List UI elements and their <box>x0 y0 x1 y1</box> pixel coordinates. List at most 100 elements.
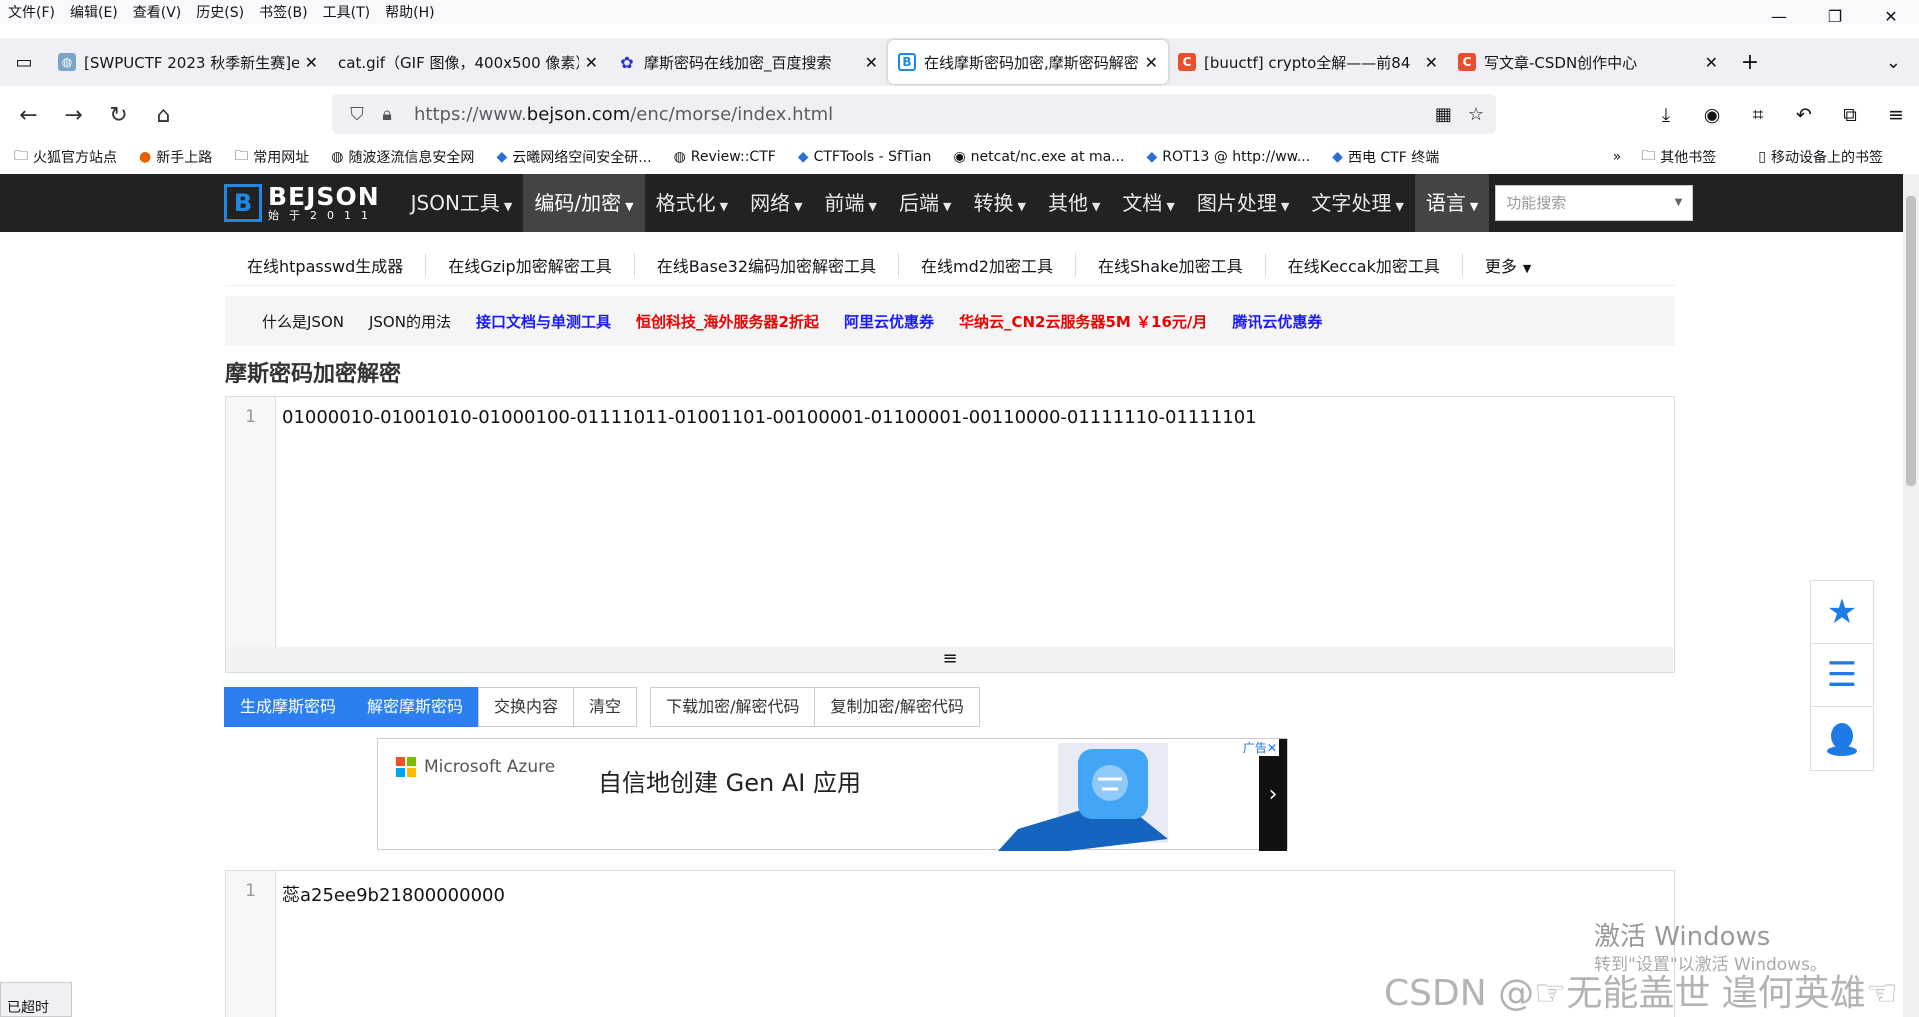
ad-title[interactable]: 自信地创建 Gen AI 应用 <box>598 763 861 798</box>
tool-link[interactable]: 更多 ▼ <box>1463 253 1553 277</box>
bookmark-item[interactable]: ◆ ROT13 @ http://ww... <box>1147 145 1311 169</box>
tool-link[interactable]: 在线htpasswd生成器 <box>225 252 427 277</box>
url-bar[interactable]: ⛉ 🔒︎ https://www.bejson.com/enc/morse/in… <box>332 94 1496 134</box>
tool-link[interactable]: 在线Keccak加密工具 <box>1266 252 1463 277</box>
scrollbar-thumb[interactable] <box>1906 196 1916 486</box>
account-icon[interactable]: ◉ <box>1689 104 1735 126</box>
action-button[interactable]: 解密摩斯密码 <box>351 687 480 727</box>
site-nav-item[interactable]: 前端 ▼ <box>814 174 888 232</box>
mobile-bookmarks-folder[interactable]: ▯ 移动设备上的书签 <box>1758 147 1883 167</box>
browser-tab[interactable]: ◍ [SWPUCTF 2023 秋季新生赛]e ✕ <box>48 40 328 84</box>
new-tab-button[interactable]: + <box>1728 50 1772 75</box>
notice-link[interactable]: 恒创科技_海外服务器2折起 <box>636 311 819 332</box>
menu-list-icon[interactable]: ☰ <box>1811 644 1873 707</box>
action-button[interactable]: 清空 <box>573 687 638 727</box>
browser-tab[interactable]: C [buuctf] crypto全解——前84 ✕ <box>1168 40 1448 84</box>
site-nav-item[interactable]: 后端 ▼ <box>888 174 962 232</box>
bookmark-item[interactable]: ● 新手上路 <box>139 145 212 169</box>
tool-link[interactable]: 在线md2加密工具 <box>899 252 1076 277</box>
tool-link[interactable]: 在线Base32编码加密解密工具 <box>635 252 900 277</box>
editor-resize-handle[interactable]: ≡ <box>225 647 1675 673</box>
menu-item[interactable]: 编辑(E) <box>70 2 118 22</box>
home-icon[interactable]: ⌂ <box>141 103 186 128</box>
undo-arrow-icon[interactable]: ↶ <box>1781 104 1827 126</box>
shield-icon[interactable]: ⛉ <box>342 104 372 125</box>
input-text[interactable]: 01000010-01001010-01000100-01111011-0100… <box>276 397 1263 647</box>
extensions-icon[interactable]: ⧉ <box>1827 104 1873 126</box>
feature-search-input[interactable]: 功能搜索 ▼ <box>1495 185 1694 221</box>
qr-code-icon[interactable]: ▦ <box>1435 104 1452 125</box>
site-logo[interactable]: B BEJSON 始于2011 <box>224 184 380 222</box>
notice-link[interactable]: 腾讯云优惠券 <box>1232 311 1322 332</box>
menu-item[interactable]: 书签(B) <box>259 2 308 22</box>
notice-link[interactable]: 什么是JSON <box>262 311 344 332</box>
notice-link[interactable]: 接口文档与单测工具 <box>476 311 611 332</box>
site-nav-item[interactable]: 编码/加密 ▼ <box>523 174 645 232</box>
tool-link[interactable]: 在线Gzip加密解密工具 <box>426 252 635 277</box>
ad-label[interactable]: 广告✕ <box>1240 739 1279 756</box>
action-button[interactable]: 复制加密/解密代码 <box>814 687 980 727</box>
bookmark-item[interactable]: ◍ Review::CTF <box>674 145 776 169</box>
site-nav-item[interactable]: 图片处理 ▼ <box>1186 174 1300 232</box>
site-nav-item[interactable]: 转换 ▼ <box>962 174 1036 232</box>
browser-tab[interactable]: cat.gif（GIF 图像，400x500 像素） ✕ <box>328 40 608 84</box>
menu-item[interactable]: 历史(S) <box>196 2 244 22</box>
bookmark-item[interactable]: ◆ 云曦网络空间安全研... <box>496 145 651 169</box>
app-menu-icon[interactable]: ≡ <box>1873 104 1919 126</box>
menu-item[interactable]: 查看(V) <box>133 2 182 22</box>
action-button[interactable]: 交换内容 <box>478 687 575 727</box>
bookmark-item[interactable]: 🗀︎ 火狐官方站点 <box>14 145 117 169</box>
browser-tab[interactable]: C 写文章-CSDN创作中心 ✕ <box>1448 40 1728 84</box>
output-text[interactable]: 蕊a25ee9b21800000000 <box>276 871 511 1017</box>
site-nav-item[interactable]: 格式化 ▼ <box>645 174 739 232</box>
close-window-button[interactable]: ✕ <box>1863 0 1919 34</box>
restore-button[interactable]: ❐ <box>1807 0 1863 34</box>
qq-penguin-icon[interactable] <box>1811 707 1873 770</box>
browser-tab[interactable]: B 在线摩斯密码加密,摩斯密码解密 ✕ <box>888 40 1168 84</box>
close-tab-icon[interactable]: ✕ <box>865 53 878 72</box>
menu-item[interactable]: 文件(F) <box>8 2 55 22</box>
more-bookmarks-chevron-icon[interactable]: » <box>1613 149 1622 165</box>
site-nav-item[interactable]: 文字处理 ▼ <box>1300 174 1414 232</box>
bookmark-item[interactable]: ◆ CTFTools - SfTian <box>798 145 932 169</box>
bookmark-item[interactable]: ◆ 西电 CTF 终端 <box>1332 145 1439 169</box>
bookmark-star-icon[interactable]: ☆ <box>1468 104 1484 125</box>
download-icon[interactable]: ⤓ <box>1643 104 1689 126</box>
close-tab-icon[interactable]: ✕ <box>1145 53 1158 72</box>
tab-list-chevron-icon[interactable]: ⌄ <box>1886 52 1901 73</box>
close-tab-icon[interactable]: ✕ <box>585 53 598 72</box>
close-tab-icon[interactable]: ✕ <box>1425 53 1438 72</box>
url-text[interactable]: https://www.bejson.com/enc/morse/index.h… <box>414 104 833 125</box>
tab-manager-icon[interactable]: ▭ <box>0 52 48 73</box>
action-button[interactable]: 下载加密/解密代码 <box>650 687 816 727</box>
input-editor[interactable]: 1 01000010-01001010-01000100-01111011-01… <box>225 396 1675 648</box>
notice-link[interactable]: 华纳云_CN2云服务器5M ￥16元/月 <box>959 311 1207 332</box>
forward-arrow-icon[interactable]: → <box>51 103 96 128</box>
tool-link[interactable]: 在线Shake加密工具 <box>1076 252 1266 277</box>
bookmark-item[interactable]: 🗀︎ 常用网址 <box>234 145 309 169</box>
site-nav-item[interactable]: 文档 ▼ <box>1111 174 1185 232</box>
lock-icon[interactable]: 🔒︎ <box>372 104 402 125</box>
back-arrow-icon[interactable]: ← <box>6 103 51 128</box>
screenshot-crop-icon[interactable]: ⌗ <box>1735 104 1781 126</box>
site-nav-item[interactable]: 网络 ▼ <box>739 174 813 232</box>
advertisement-banner[interactable]: Microsoft Azure 自信地创建 Gen AI 应用 › 广告✕ <box>377 738 1288 851</box>
close-tab-icon[interactable]: ✕ <box>305 53 318 72</box>
minimize-button[interactable]: — <box>1751 0 1807 34</box>
close-tab-icon[interactable]: ✕ <box>1705 53 1718 72</box>
site-nav-item[interactable]: 其他 ▼ <box>1037 174 1111 232</box>
browser-tab[interactable]: ✿ 摩斯密码在线加密_百度搜索 ✕ <box>608 40 888 84</box>
page-scrollbar[interactable] <box>1903 174 1919 1017</box>
reload-icon[interactable]: ↻ <box>96 103 141 128</box>
site-nav-item[interactable]: JSON工具 ▼ <box>400 174 524 232</box>
site-nav-item[interactable]: 语言 ▼ <box>1414 174 1490 232</box>
notice-link[interactable]: JSON的用法 <box>369 311 451 332</box>
bookmark-item[interactable]: ◍ 随波逐流信息安全网 <box>331 145 474 169</box>
dropdown-caret-icon[interactable]: ▼ <box>1675 186 1683 220</box>
notice-link[interactable]: 阿里云优惠券 <box>844 311 934 332</box>
menu-item[interactable]: 工具(T) <box>323 2 370 22</box>
action-button[interactable]: 生成摩斯密码 <box>224 687 353 727</box>
menu-item[interactable]: 帮助(H) <box>385 2 434 22</box>
bookmark-item[interactable]: ◉ netcat/nc.exe at ma... <box>953 145 1124 169</box>
favorite-star-icon[interactable]: ★ <box>1811 581 1873 644</box>
